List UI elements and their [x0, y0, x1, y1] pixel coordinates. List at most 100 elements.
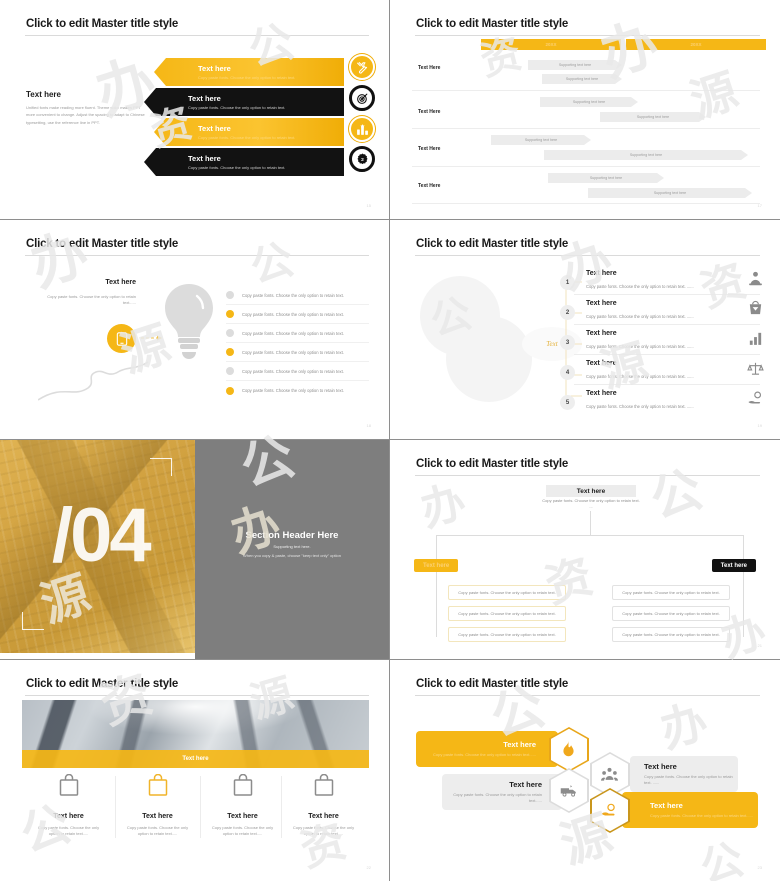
- org-left-tag[interactable]: Text here: [414, 559, 459, 572]
- hex-body: Copy paste fonts. Choose the only option…: [650, 812, 753, 818]
- hex-band-2[interactable]: Text here Copy paste fonts. Choose the o…: [630, 756, 738, 792]
- title-rule: [415, 255, 760, 256]
- slide-thumbnail-4[interactable]: Click to edit Master title style Text 1 …: [390, 220, 780, 440]
- slide-thumbnail-2[interactable]: Click to edit Master title style 20XX 20…: [390, 0, 780, 220]
- org-root-body: Copy paste fonts. Choose the only option…: [542, 498, 640, 510]
- hexagon-1[interactable]: [549, 727, 589, 772]
- hexagon-4[interactable]: [590, 788, 630, 833]
- feature-column-3[interactable]: Text here Copy paste fonts. Choose the o…: [200, 774, 285, 838]
- item-heading: Text here: [586, 270, 617, 277]
- slide-thumbnail-6[interactable]: Click to edit Master title style Text he…: [390, 440, 780, 660]
- chevron-heading: Text here: [188, 153, 221, 163]
- corner-bracket-top: [150, 458, 172, 476]
- bullet-dot: [226, 329, 234, 337]
- item-heading: Text here: [586, 300, 617, 307]
- list-item[interactable]: Copy paste fonts. Choose the only option…: [226, 286, 369, 305]
- slide-thumbnail-7[interactable]: Click to edit Master title style Text he…: [0, 660, 390, 881]
- list-item[interactable]: Copy paste fonts. Choose the only option…: [226, 305, 369, 324]
- item-heading: Text here: [586, 360, 617, 367]
- item-divider: [574, 294, 760, 295]
- decorative-circle: [446, 316, 532, 402]
- item-heading: Text here: [586, 330, 617, 337]
- feature-column-2[interactable]: Text here Copy paste fonts. Choose the o…: [115, 774, 200, 838]
- title-rule: [415, 695, 760, 696]
- list-item[interactable]: Copy paste fonts. Choose the only option…: [226, 362, 369, 381]
- gantt-bar[interactable]: Supporting text here: [548, 173, 664, 183]
- hex-body: Copy paste fonts. Choose the only option…: [453, 791, 542, 803]
- org-left-box[interactable]: Copy paste fonts. Choose the only option…: [448, 627, 566, 642]
- item-heading: Text here: [586, 390, 617, 397]
- gantt-bar[interactable]: Supporting text here: [544, 150, 748, 160]
- page-title: Click to edit Master title style: [416, 18, 569, 30]
- hex-heading: Text here: [644, 761, 677, 771]
- org-root-node[interactable]: Text here: [546, 485, 636, 497]
- gantt-bar[interactable]: Supporting text here: [528, 60, 622, 70]
- item-divider: [574, 384, 760, 385]
- gantt-row-label-4: Text Here: [418, 183, 441, 189]
- chevron-row-4[interactable]: Text here Copy paste fonts. Choose the o…: [144, 148, 344, 176]
- item-body: Copy paste fonts. Choose the only option…: [586, 284, 694, 289]
- feature-heading: Text here: [308, 813, 339, 820]
- page-number: 21: [757, 643, 762, 648]
- hex-band-3[interactable]: Text here Copy paste fonts. Choose the o…: [442, 774, 562, 810]
- item-divider: [574, 324, 760, 325]
- slide-thumbnail-1[interactable]: Click to edit Master title style Text he…: [0, 0, 390, 220]
- list-item-label: Copy paste fonts. Choose the only option…: [242, 330, 344, 336]
- gantt-bar[interactable]: Supporting text here: [491, 135, 591, 145]
- feature-body: Copy paste fonts. Choose the only option…: [37, 825, 100, 837]
- item-number: 1: [560, 275, 575, 290]
- org-right-tag[interactable]: Text here: [711, 559, 756, 572]
- list-item-label: Copy paste fonts. Choose the only option…: [242, 292, 344, 298]
- org-right-box[interactable]: Copy paste fonts. Choose the only option…: [612, 627, 730, 642]
- chevron-heading: Text here: [188, 93, 221, 103]
- target-icon: [349, 85, 375, 111]
- gantt-bar[interactable]: Supporting text here: [588, 188, 752, 198]
- list-item[interactable]: Copy paste fonts. Choose the only option…: [226, 381, 369, 400]
- gantt-bar[interactable]: Supporting text here: [540, 97, 638, 107]
- bag-icon: [26, 774, 111, 796]
- org-connector: [436, 535, 437, 637]
- svg-text:2: 2: [361, 156, 364, 162]
- chevron-row-2[interactable]: Text here Copy paste fonts. Choose the o…: [144, 88, 344, 116]
- gantt-row-label-3: Text Here: [418, 146, 441, 152]
- gantt-bar[interactable]: Supporting text here: [542, 74, 622, 84]
- slide-thumbnail-3[interactable]: Click to edit Master title style Text he…: [0, 220, 390, 440]
- slide-thumbnail-5[interactable]: /04 Section Header Here Supporting text …: [0, 440, 390, 660]
- feature-column-1[interactable]: Text here Copy paste fonts. Choose the o…: [26, 774, 111, 838]
- gantt-bar[interactable]: Supporting text here: [600, 112, 706, 122]
- org-connector: [743, 535, 744, 637]
- gantt-divider: [412, 90, 760, 91]
- bag-icon: [281, 774, 366, 796]
- org-left-box[interactable]: Copy paste fonts. Choose the only option…: [448, 606, 566, 621]
- hexagon-3[interactable]: [549, 768, 589, 813]
- item-number: 3: [560, 335, 575, 350]
- feature-heading: Text here: [53, 813, 84, 820]
- item-divider: [574, 354, 760, 355]
- list-item[interactable]: Copy paste fonts. Choose the only option…: [226, 324, 369, 343]
- section-subtitle: Supporting text here.: [273, 544, 311, 549]
- hand-coin-icon: [602, 803, 616, 816]
- chevron-body: Copy paste fonts. Choose the only option…: [198, 135, 296, 141]
- hex-band-1[interactable]: Text here Copy paste fonts. Choose the o…: [416, 731, 558, 767]
- tools-icon: [349, 54, 375, 80]
- org-connector: [590, 511, 591, 536]
- page-number: 22: [366, 865, 371, 870]
- slide-thumbnail-8[interactable]: Click to edit Master title style Text he…: [390, 660, 780, 881]
- item-number: 2: [560, 305, 575, 320]
- chevron-body: Copy paste fonts. Choose the only option…: [188, 165, 286, 171]
- org-right-box[interactable]: Copy paste fonts. Choose the only option…: [612, 585, 730, 600]
- item-number: 5: [560, 395, 575, 410]
- title-rule: [25, 695, 369, 696]
- chevron-row-1[interactable]: Text here Copy paste fonts. Choose the o…: [154, 58, 344, 86]
- org-right-box[interactable]: Copy paste fonts. Choose the only option…: [612, 606, 730, 621]
- chevron-row-3[interactable]: Text here Copy paste fonts. Choose the o…: [154, 118, 344, 146]
- feature-column-4[interactable]: Text here Copy paste fonts. Choose the o…: [281, 774, 366, 838]
- org-left-box[interactable]: Copy paste fonts. Choose the only option…: [448, 585, 566, 600]
- podium-icon: [349, 116, 375, 142]
- page-title: Click to edit Master title style: [416, 458, 569, 470]
- bag-icon: [200, 774, 285, 796]
- feature-body: Copy paste fonts. Choose the only option…: [211, 825, 274, 837]
- list-item[interactable]: Copy paste fonts. Choose the only option…: [226, 343, 369, 362]
- hex-band-4[interactable]: Text here Copy paste fonts. Choose the o…: [622, 792, 758, 828]
- list-item-label: Copy paste fonts. Choose the only option…: [242, 311, 344, 317]
